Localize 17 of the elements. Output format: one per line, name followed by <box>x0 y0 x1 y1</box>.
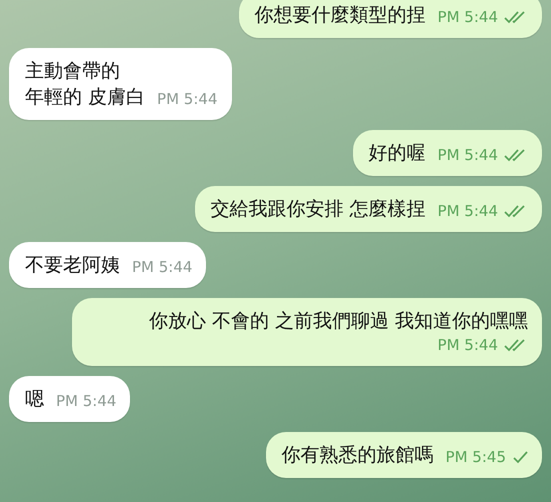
message-text: 好的喔 <box>368 141 426 166</box>
message-text: 你放心 不會的 之前我們聊過 我知道你的嘿嘿 <box>148 309 528 334</box>
message-time: PM 5:45 <box>446 447 506 468</box>
message-text: 你有熟悉的旅館嗎 <box>282 443 434 468</box>
message-time: PM 5:44 <box>438 7 498 28</box>
message-time: PM 5:44 <box>132 257 192 278</box>
message-text: 你想要什麼類型的捏 <box>254 3 426 28</box>
message-text: 交給我跟你安排 怎麼樣捏 <box>210 197 426 222</box>
message-time: PM 5:44 <box>438 201 498 222</box>
message-text: 嗯 <box>25 387 44 412</box>
message-time: PM 5:44 <box>438 335 498 356</box>
message-time: PM 5:44 <box>157 89 218 110</box>
message-text: 不要老阿姨 <box>25 253 120 278</box>
message-time: PM 5:44 <box>438 145 498 166</box>
message-text: 年輕的 皮膚白 <box>25 85 146 110</box>
message-time: PM 5:44 <box>56 391 116 412</box>
message-text: 主動會帶的 <box>25 59 120 84</box>
